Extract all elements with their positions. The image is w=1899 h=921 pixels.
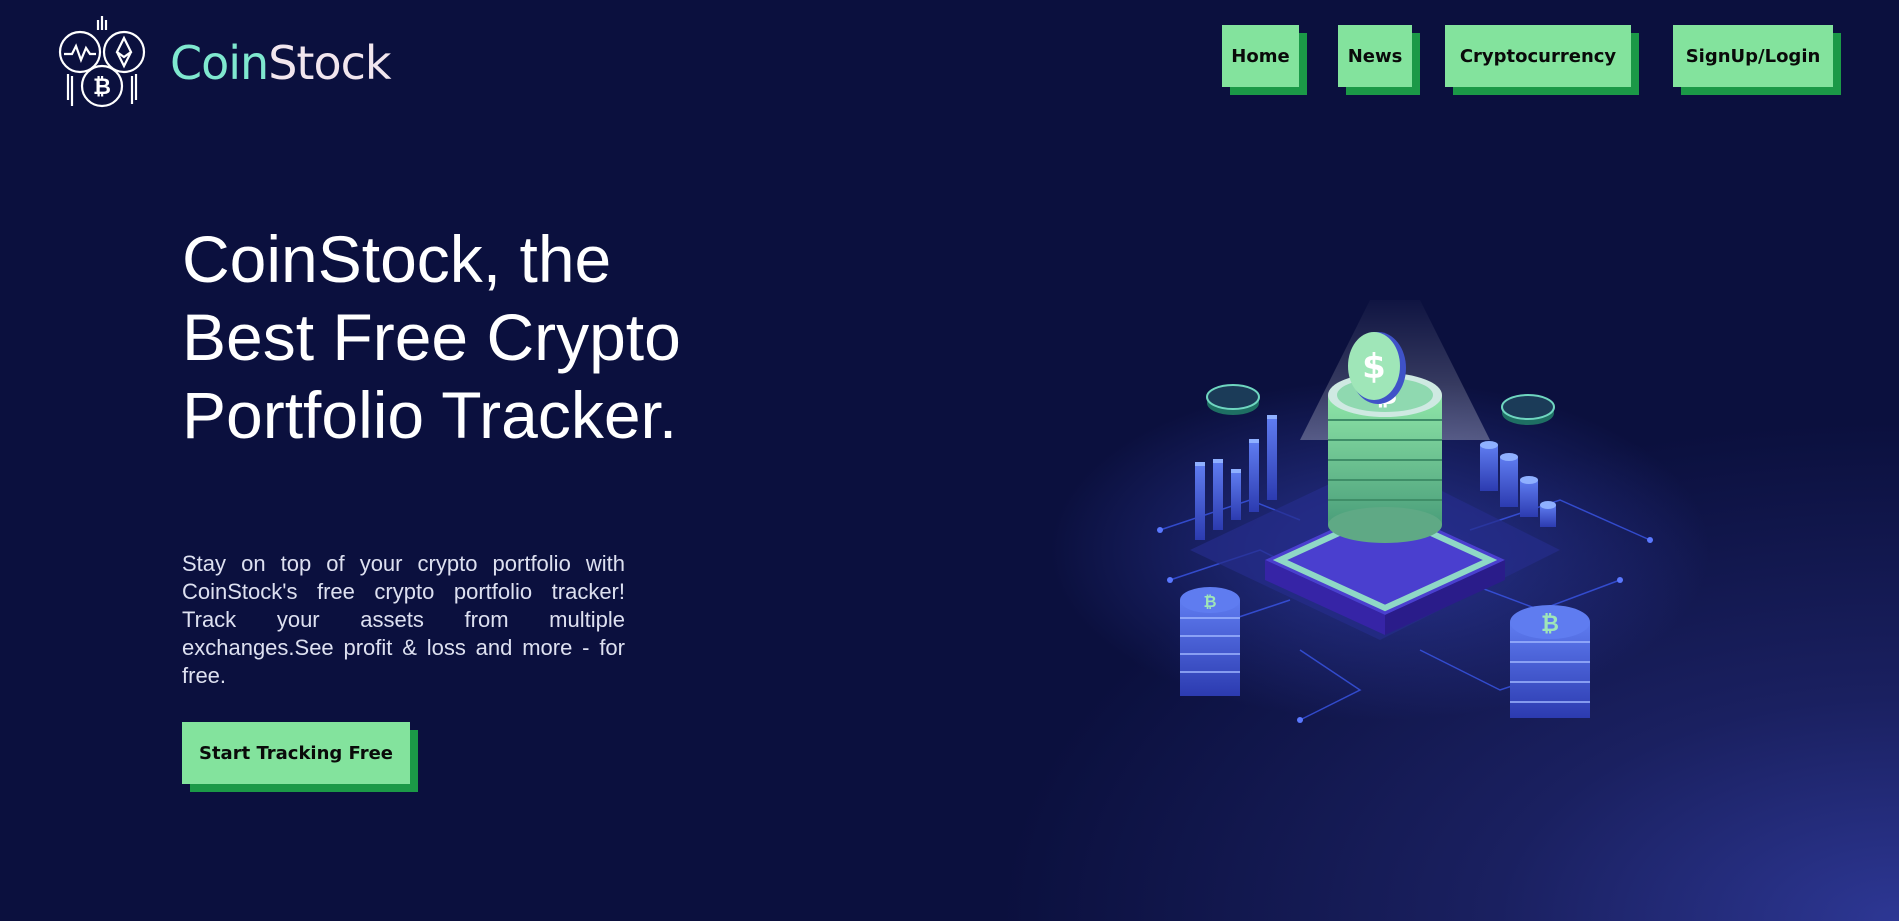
brand-name-part1: Coin <box>170 36 269 90</box>
start-tracking-button[interactable]: Start Tracking Free <box>182 722 410 784</box>
brand-name-part2: Stock <box>268 36 391 90</box>
nav-signup-login-button[interactable]: SignUp/Login <box>1673 25 1833 87</box>
nav-cryptocurrency-button[interactable]: Cryptocurrency <box>1445 25 1631 87</box>
hero-subtext: Stay on top of your crypto portfolio wit… <box>182 551 625 688</box>
hero-headline: CoinStock, the Best Free Crypto Portfoli… <box>182 222 681 452</box>
svg-text:$: $ <box>1362 347 1386 387</box>
nav-news-button[interactable]: News <box>1338 25 1412 87</box>
svg-text:₿: ₿ <box>1203 592 1216 611</box>
brand-name: CoinStock <box>170 40 392 86</box>
nav-home-button[interactable]: Home <box>1222 25 1299 87</box>
svg-text:₿: ₿ <box>1541 612 1559 637</box>
brand-logo[interactable]: ₿ CoinStock <box>56 16 392 110</box>
coinstock-logo-icon: ₿ <box>58 16 146 108</box>
bitcoin-icon: ₿ <box>93 75 111 100</box>
crypto-platform-illustration: ₿ $ ₿ <box>1050 300 1710 723</box>
